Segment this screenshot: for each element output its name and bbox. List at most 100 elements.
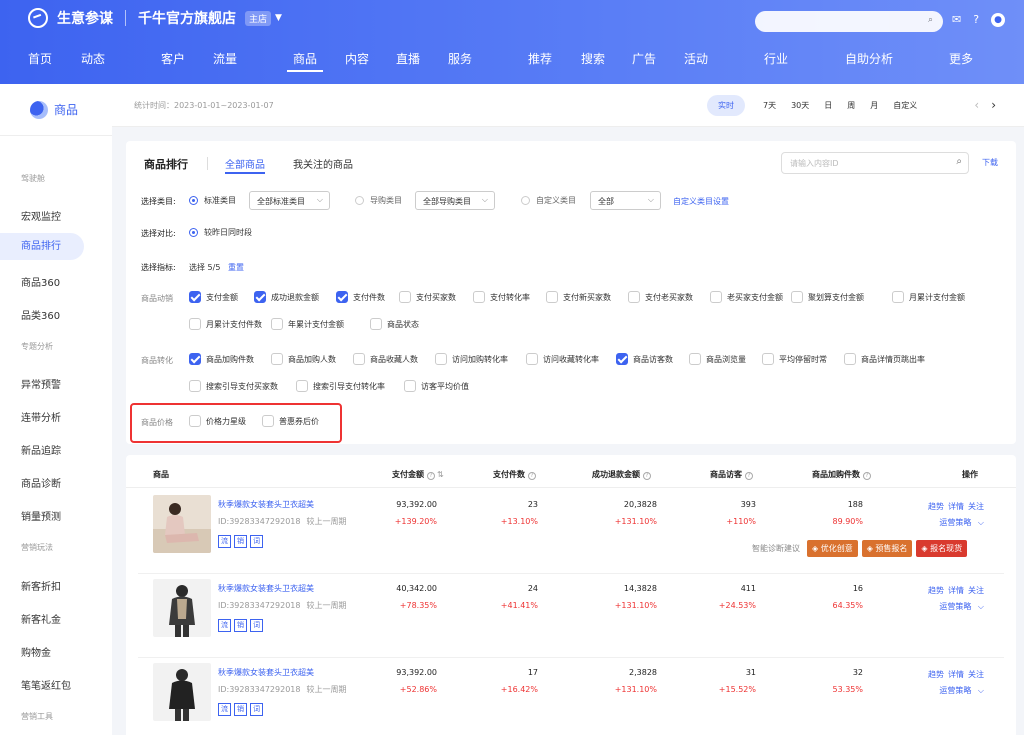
next-period-icon[interactable]: › <box>991 98 996 112</box>
indicator-checkbox[interactable]: 商品访客数 <box>616 353 673 365</box>
strategy-dropdown[interactable]: 运营策略 ⌵ <box>918 601 984 612</box>
guide-category-select[interactable]: 全部导购类目 ⌵ <box>415 191 495 210</box>
product-tag-button[interactable]: 词 <box>250 535 263 548</box>
indicator-checkbox[interactable]: 支付件数 <box>336 291 385 303</box>
indicator-checkbox[interactable]: 商品加购件数 <box>189 353 254 365</box>
radio-compare-yesterday[interactable]: 较昨日同时段 <box>189 227 252 238</box>
message-icon[interactable]: ✉ <box>952 13 961 27</box>
nav-item-4[interactable]: 商品 <box>286 50 324 72</box>
product-tag-button[interactable]: 流 <box>218 703 231 716</box>
search-icon[interactable]: ⌕ <box>928 15 933 25</box>
help-icon[interactable]: ? <box>745 472 753 480</box>
custom-category-select[interactable]: 全部 ⌵ <box>590 191 661 210</box>
indicator-checkbox[interactable]: 聚划算支付金额 <box>791 291 864 303</box>
indicator-checkbox[interactable]: 老买家支付金额 <box>710 291 783 303</box>
indicator-checkbox[interactable]: 访问收藏转化率 <box>526 353 599 365</box>
action-link[interactable]: 关注 <box>968 586 984 595</box>
product-tag-button[interactable]: 流 <box>218 619 231 632</box>
product-thumbnail[interactable] <box>153 495 211 553</box>
indicator-checkbox[interactable]: 商品收藏人数 <box>353 353 418 365</box>
shop-name[interactable]: 千牛官方旗舰店 <box>138 8 236 28</box>
product-tag-button[interactable]: 销 <box>234 619 247 632</box>
action-link[interactable]: 详情 <box>948 670 964 679</box>
nav-item-0[interactable]: 首页 <box>28 50 52 67</box>
action-link[interactable]: 趋势 <box>928 670 944 679</box>
sidebar-item[interactable]: 新客礼金 <box>21 611 61 626</box>
nav-item-3[interactable]: 流量 <box>213 50 237 67</box>
indicator-checkbox[interactable]: 月累计支付件数 <box>189 318 262 330</box>
prev-period-icon[interactable]: ‹ <box>974 98 979 112</box>
product-tag-button[interactable]: 词 <box>250 703 263 716</box>
radio-standard-category[interactable]: 标准类目 <box>189 195 236 206</box>
nav-item-13[interactable]: 自助分析 <box>845 50 893 67</box>
help-icon[interactable]: ? <box>528 472 536 480</box>
indicator-checkbox[interactable]: 访客平均价值 <box>404 380 469 392</box>
radio-guide-category[interactable]: 导购类目 <box>355 195 402 206</box>
help-icon[interactable]: ? <box>863 472 871 480</box>
product-thumbnail[interactable] <box>153 579 211 637</box>
indicator-checkbox[interactable]: 支付转化率 <box>473 291 530 303</box>
tab-followed-products[interactable]: 我关注的商品 <box>293 156 353 171</box>
sort-icon[interactable]: ⇅ <box>437 470 444 479</box>
indicator-checkbox[interactable]: 商品详情页跳出率 <box>844 353 925 365</box>
indicator-checkbox[interactable]: 支付买家数 <box>399 291 456 303</box>
sidebar-item[interactable]: 商品排行 <box>0 233 84 260</box>
product-title-link[interactable]: 秋季爆款女装套头卫衣超美 <box>218 667 314 678</box>
standard-category-select[interactable]: 全部标准类目 ⌵ <box>249 191 330 210</box>
indicator-checkbox[interactable]: 支付老买家数 <box>628 291 693 303</box>
indicator-checkbox[interactable]: 搜索引导支付买家数 <box>189 380 278 392</box>
sidebar-item[interactable]: 商品360 <box>21 274 60 289</box>
sidebar-item[interactable]: 新品追踪 <box>21 442 61 457</box>
nav-item-6[interactable]: 直播 <box>396 50 420 67</box>
indicator-checkbox[interactable]: 商品浏览量 <box>689 353 746 365</box>
advice-button[interactable]: ◈ 预售报名 <box>861 540 913 557</box>
date-tab-3[interactable]: 日 <box>824 100 832 111</box>
product-tag-button[interactable]: 流 <box>218 535 231 548</box>
action-link[interactable]: 详情 <box>948 586 964 595</box>
action-link[interactable]: 关注 <box>968 670 984 679</box>
product-thumbnail[interactable] <box>153 663 211 721</box>
nav-item-8[interactable]: 推荐 <box>528 50 552 67</box>
indicator-checkbox[interactable]: 年累计支付金额 <box>271 318 344 330</box>
sidebar-item[interactable]: 笔笔返红包 <box>21 677 71 692</box>
global-search-input[interactable]: ⌕ <box>755 11 943 32</box>
strategy-dropdown[interactable]: 运营策略 ⌵ <box>918 685 984 696</box>
date-tab-1[interactable]: 7天 <box>763 100 776 111</box>
indicator-checkbox[interactable]: 商品状态 <box>370 318 419 330</box>
advice-button[interactable]: ◈ 报名现货 <box>916 540 968 557</box>
indicator-checkbox[interactable]: 访问加购转化率 <box>435 353 508 365</box>
nav-item-5[interactable]: 内容 <box>345 50 369 67</box>
sidebar-item[interactable]: 连带分析 <box>21 409 61 424</box>
indicator-checkbox[interactable]: 月累计支付金额 <box>892 291 965 303</box>
indicator-checkbox[interactable]: 支付金额 <box>189 291 238 303</box>
date-tab-5[interactable]: 月 <box>870 100 878 111</box>
sidebar-item[interactable]: 宏观监控 <box>21 208 61 223</box>
indicator-checkbox[interactable]: 搜索引导支付转化率 <box>296 380 385 392</box>
nav-item-12[interactable]: 行业 <box>764 50 788 67</box>
nav-item-14[interactable]: 更多 <box>949 50 973 67</box>
date-tab-0[interactable]: 实时 <box>707 94 745 116</box>
date-tab-2[interactable]: 30天 <box>791 100 809 111</box>
radio-custom-category[interactable]: 自定义类目 <box>521 195 576 206</box>
user-avatar-icon[interactable]: ● <box>991 13 1006 27</box>
shop-switch-chevron-icon[interactable]: ▼ <box>275 13 282 23</box>
action-link[interactable]: 详情 <box>948 502 964 511</box>
nav-item-11[interactable]: 活动 <box>684 50 708 67</box>
tab-all-products[interactable]: 全部商品 <box>225 156 265 174</box>
sidebar-item[interactable]: 销量预测 <box>21 508 61 523</box>
download-link[interactable]: 下载 <box>982 157 998 168</box>
strategy-dropdown[interactable]: 运营策略 ⌵ <box>918 517 984 528</box>
indicator-checkbox[interactable]: 平均停留时常 <box>762 353 827 365</box>
nav-item-9[interactable]: 搜索 <box>581 50 605 67</box>
sidebar-item[interactable]: 商品诊断 <box>21 475 61 490</box>
help-icon[interactable]: ? <box>643 472 651 480</box>
indicator-checkbox[interactable]: 支付新买家数 <box>546 291 611 303</box>
help-icon[interactable]: ? <box>973 13 979 27</box>
product-tag-button[interactable]: 销 <box>234 703 247 716</box>
col-header-pay-amount[interactable]: 支付金额? ⇅ <box>392 469 444 480</box>
product-tag-button[interactable]: 词 <box>250 619 263 632</box>
nav-item-10[interactable]: 广告 <box>632 50 656 67</box>
product-tag-button[interactable]: 销 <box>234 535 247 548</box>
help-icon[interactable]: ? <box>427 472 435 480</box>
action-link[interactable]: 趋势 <box>928 586 944 595</box>
